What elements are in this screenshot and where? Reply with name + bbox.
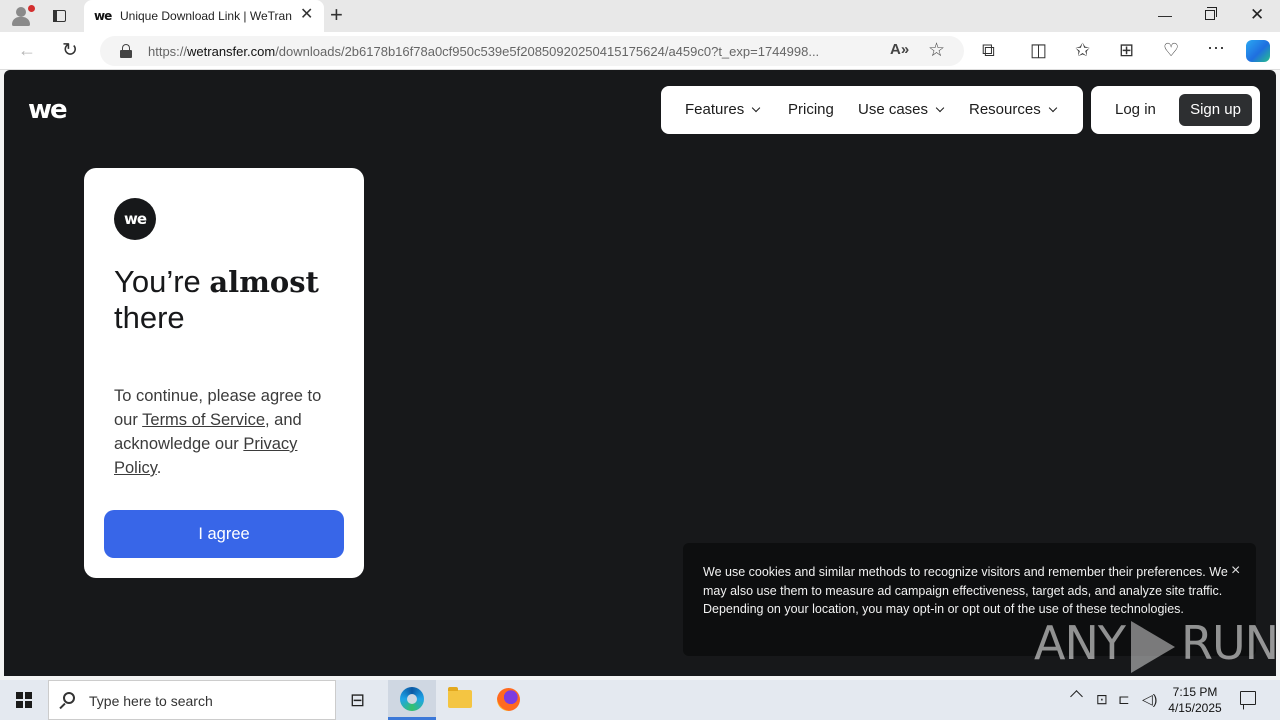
taskbar-search[interactable]: Type here to search [48,680,336,720]
taskbar-edge[interactable] [388,680,436,720]
reload-icon[interactable]: ↻ [62,39,78,62]
cookie-close-icon[interactable]: × [1231,562,1240,580]
watermark-left: ANY [1034,616,1126,670]
close-tab-icon[interactable]: ✕ [300,7,313,23]
minimize-icon[interactable]: — [1158,7,1172,23]
browser-essentials-icon[interactable]: ♡ [1163,40,1179,60]
url-path: /downloads/2b6178b16f78a0cf950c539e5f208… [275,44,820,59]
chevron-down-icon [1048,103,1057,113]
cookie-text: We use cookies and similar methods to re… [703,565,1228,616]
url-host: wetransfer.com [187,44,276,59]
body-text-3: . [156,459,162,477]
play-icon [1130,620,1175,673]
browser-tab-strip: we Unique Download Link | WeTransfer ✕ +… [0,0,1280,32]
nav-features[interactable]: Features [685,101,761,118]
windows-start-icon[interactable] [16,692,32,708]
address-bar[interactable]: https://wetransfer.com/downloads/2b6178b… [100,36,964,66]
network-icon[interactable]: ⊏ [1118,691,1130,708]
volume-icon[interactable]: ◁) [1142,691,1157,708]
clock-time: 7:15 PM [1172,685,1218,699]
tab-actions-icon[interactable] [48,6,70,26]
tab-title: Unique Download Link | WeTransfer [120,9,292,23]
favorite-star-icon[interactable]: ☆ [928,39,945,62]
taskbar-search-placeholder: Type here to search [89,693,213,709]
collections-icon[interactable]: ⊞ [1119,40,1134,60]
headline-prefix: You’re [114,264,210,299]
taskbar: Type here to search ⊟ ⊡ ⊏ ◁) 7:15 PM 4/1… [0,680,1280,720]
split-screen-icon[interactable]: ◫ [1030,40,1047,60]
profile-icon[interactable] [8,4,35,28]
headline-suffix: there [114,300,185,335]
terms-consent-card: we You’re almost there To continue, pleas… [84,168,364,578]
nav-pricing[interactable]: Pricing [788,101,834,118]
firefox-icon [497,688,520,711]
web-page: we Features Pricing Use cases Resources … [4,70,1276,676]
lock-icon[interactable] [120,44,132,58]
read-aloud-icon[interactable]: A» [890,41,909,58]
watermark-right: RUN [1180,616,1279,670]
url-text[interactable]: https://wetransfer.com/downloads/2b6178b… [148,44,880,59]
more-menu-icon[interactable]: ⋯ [1207,38,1225,58]
edge-icon [400,687,424,711]
terms-of-service-link[interactable]: Terms of Service [142,411,265,429]
taskbar-firefox[interactable] [484,680,532,720]
system-clock[interactable]: 7:15 PM 4/15/2025 [1160,684,1230,716]
clock-date: 4/15/2025 [1168,701,1222,715]
restore-icon[interactable] [1205,7,1217,20]
chevron-down-icon [935,103,945,113]
folder-icon [448,687,472,708]
search-icon [63,692,75,704]
wetransfer-logo[interactable]: we [28,96,68,124]
copilot-icon[interactable] [1246,40,1270,62]
nav-resources-label: Resources [969,101,1041,118]
window-close-icon[interactable]: ✕ [1250,5,1264,25]
chevron-down-icon [751,103,761,113]
new-tab-icon[interactable]: + [330,3,343,27]
card-logo: we [114,198,156,240]
task-view-icon[interactable]: ⊟ [350,690,365,711]
back-icon[interactable]: ← [18,40,36,61]
login-link[interactable]: Log in [1115,101,1156,118]
tab-favicon: we [94,9,112,23]
headline-bold: almost [209,265,319,299]
browser-toolbar: ← ↻ https://wetransfer.com/downloads/2b6… [0,32,1280,70]
nav-features-label: Features [685,101,745,118]
card-body-text: To continue, please agree to our Terms o… [114,384,340,480]
card-headline: You’re almost there [114,264,344,336]
tray-overflow-icon[interactable] [1070,690,1083,703]
agree-button[interactable]: I agree [104,510,344,558]
main-nav: Features Pricing Use cases Resources [661,86,1083,134]
nav-resources[interactable]: Resources [969,101,1057,118]
extensions-icon[interactable]: ⧉ [982,40,995,60]
auth-nav: Log in Sign up [1091,86,1260,134]
anyrun-watermark: ANY RUN [1034,616,1279,673]
nav-use-cases[interactable]: Use cases [858,101,945,118]
signup-button[interactable]: Sign up [1179,94,1252,126]
taskbar-file-explorer[interactable] [436,680,484,720]
browser-tab-active[interactable]: we Unique Download Link | WeTransfer ✕ [84,0,324,32]
device-icon[interactable]: ⊡ [1096,691,1108,708]
nav-use-cases-label: Use cases [858,101,929,118]
notifications-icon[interactable] [1240,691,1256,705]
favorites-icon[interactable]: ✩ [1075,40,1090,60]
url-scheme: https:// [148,44,188,59]
